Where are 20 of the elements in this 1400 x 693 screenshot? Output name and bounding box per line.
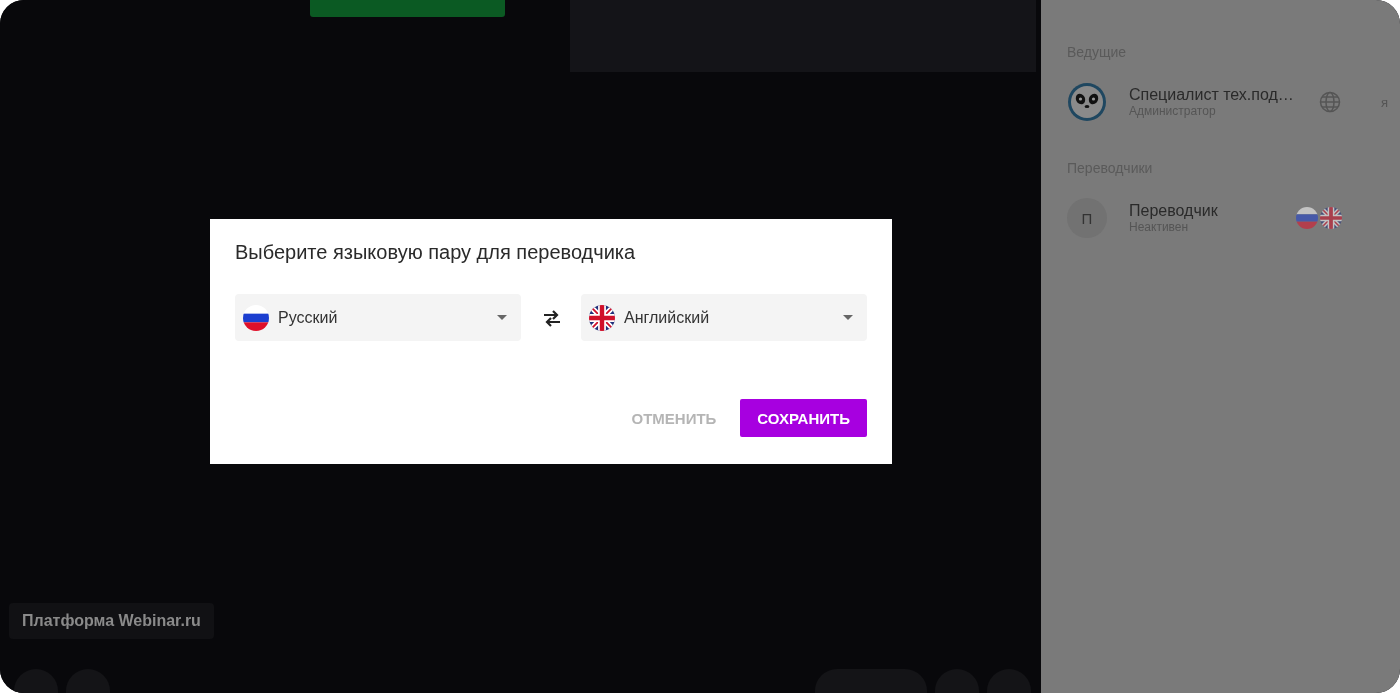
russian-flag-icon <box>1296 207 1318 229</box>
dialog-title: Выберите языковую пару для переводчика <box>235 241 637 264</box>
dropdown-caret-icon <box>497 315 507 320</box>
british-flag-icon <box>1320 207 1342 229</box>
avatar <box>1067 82 1107 122</box>
avatar: П <box>1067 198 1107 238</box>
language-select[interactable]: Английский <box>581 294 867 341</box>
dropdown-caret-icon <box>843 315 853 320</box>
language-select[interactable]: Русский <box>235 294 521 341</box>
globe-icon <box>1319 91 1341 113</box>
member-name: Переводчик <box>1129 202 1219 220</box>
control-button[interactable] <box>14 669 58 693</box>
start-button[interactable] <box>310 0 505 17</box>
language-label: Русский <box>278 308 339 327</box>
save-button[interactable]: СОХРАНИТЬ <box>740 399 867 437</box>
member-name: Специалист тех.под… <box>1129 86 1295 104</box>
british-flag-icon <box>589 304 615 331</box>
russian-flag-icon <box>243 304 269 331</box>
language-label: Английский <box>624 308 711 327</box>
platform-label: Платформа Webinar.ru <box>9 603 214 639</box>
